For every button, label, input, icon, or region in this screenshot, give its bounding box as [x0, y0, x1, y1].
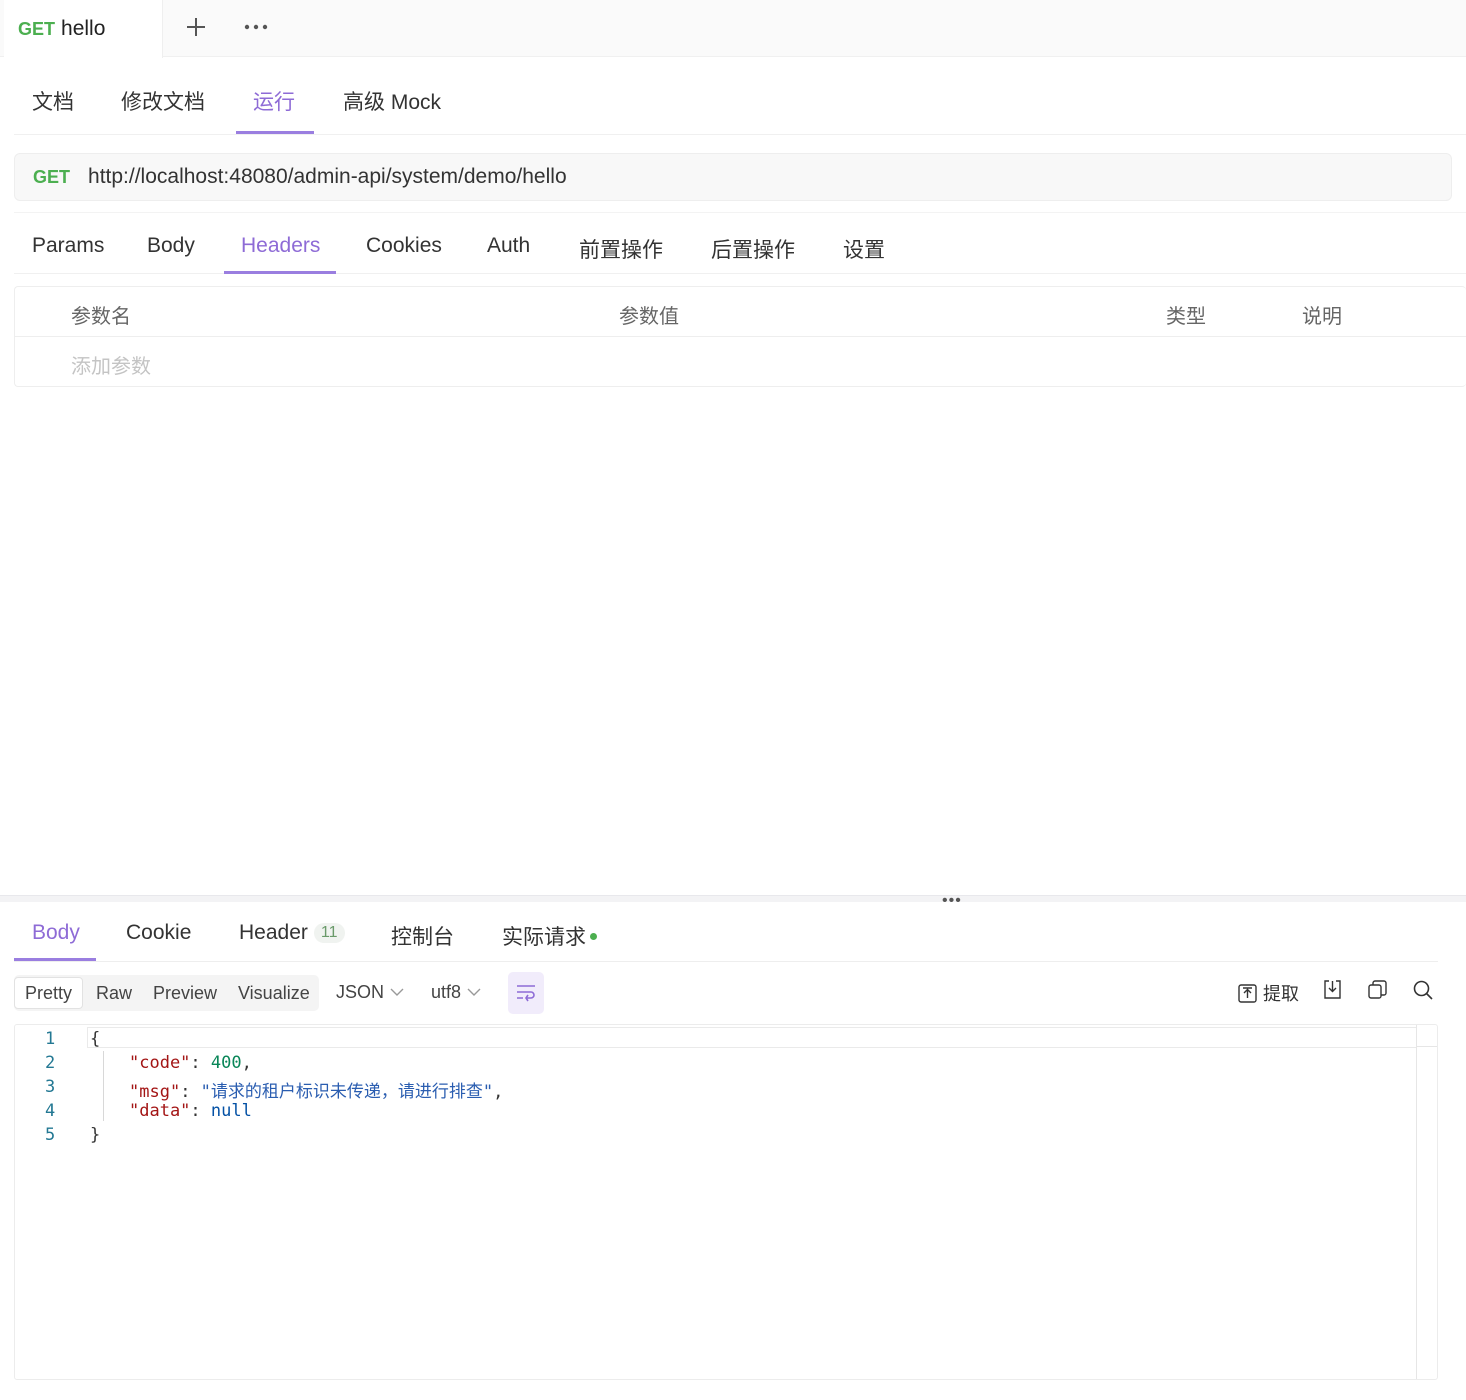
tab-headers[interactable]: Headers	[241, 234, 320, 258]
request-tab-indicator	[224, 271, 336, 274]
view-mode-switch: Pretty Raw Preview Visualize	[14, 975, 319, 1011]
search-icon	[1413, 980, 1433, 1000]
response-tabs: Body Cookie Header 11 控制台 实际请求	[14, 903, 1438, 962]
url-method[interactable]: GET	[33, 167, 70, 188]
tab-response-header-label: Header	[239, 921, 308, 944]
wrap-icon	[517, 985, 535, 1002]
extract-icon	[1238, 983, 1257, 1003]
download-button[interactable]	[1323, 980, 1342, 999]
current-line-highlight	[87, 1027, 1417, 1048]
tab-console[interactable]: 控制台	[391, 921, 454, 951]
editor-scrollbar[interactable]	[1416, 1025, 1417, 1379]
col-type: 类型	[1166, 306, 1206, 328]
tab-response-body[interactable]: Body	[32, 921, 80, 945]
top-tab-bar: GET hello	[0, 0, 1466, 58]
encoding-select[interactable]: utf8	[431, 982, 481, 1003]
tab-actual-request[interactable]: 实际请求	[502, 921, 597, 951]
code-line: "data": null	[129, 1101, 252, 1121]
plus-icon	[187, 18, 205, 36]
request-tabs: Params Body Headers Cookies Auth 前置操作 后置…	[14, 212, 1466, 274]
json-key: "data"	[129, 1101, 191, 1121]
tab-edit-docs[interactable]: 修改文档	[121, 86, 205, 116]
json-key: "code"	[129, 1053, 191, 1073]
response-tab-indicator	[14, 958, 96, 961]
response-body-editor[interactable]: 1 2 3 4 5 { "code": 400, "msg": "请求的租户标识…	[14, 1024, 1438, 1380]
status-dot-icon	[590, 933, 597, 940]
tab-pre-actions[interactable]: 前置操作	[579, 234, 663, 264]
mode-tab-indicator	[236, 131, 314, 134]
format-value: JSON	[336, 982, 385, 1002]
request-tab-name: hello	[61, 17, 106, 40]
tab-cookies[interactable]: Cookies	[366, 234, 442, 258]
json-key: "msg"	[129, 1082, 181, 1102]
line-number: 3	[45, 1077, 56, 1097]
format-select[interactable]: JSON	[336, 982, 404, 1003]
view-visualize[interactable]: Visualize	[238, 979, 310, 1007]
new-tab-button[interactable]	[180, 10, 212, 44]
tab-post-actions[interactable]: 后置操作	[711, 234, 795, 264]
request-tab-hello[interactable]: GET hello	[4, 0, 163, 58]
chevron-down-icon	[467, 988, 481, 996]
line-number: 2	[45, 1053, 56, 1073]
tab-advanced-mock[interactable]: 高级 Mock	[343, 86, 441, 116]
url-bar[interactable]: GET http://localhost:48080/admin-api/sys…	[14, 153, 1452, 201]
word-wrap-button[interactable]	[508, 972, 544, 1014]
col-param-value: 参数值	[619, 306, 679, 328]
line-number: 1	[45, 1029, 56, 1049]
add-param-input[interactable]: 添加参数	[71, 350, 151, 379]
table-header: 参数名 参数值 类型 说明	[15, 287, 1466, 337]
tab-actual-request-label: 实际请求	[502, 926, 586, 949]
tab-response-header[interactable]: Header 11	[239, 921, 345, 945]
line-number: 4	[45, 1101, 56, 1121]
header-count-badge: 11	[313, 923, 345, 943]
copy-icon	[1368, 980, 1387, 999]
view-pretty[interactable]: Pretty	[14, 977, 84, 1009]
json-null: null	[210, 1101, 252, 1121]
view-raw[interactable]: Raw	[96, 979, 132, 1007]
tab-body[interactable]: Body	[147, 234, 195, 258]
download-icon	[1324, 980, 1341, 999]
chevron-down-icon	[390, 988, 404, 996]
code-line: }	[90, 1125, 101, 1145]
code-line: "code": 400,	[129, 1053, 252, 1073]
extract-button[interactable]: 提取	[1238, 980, 1299, 1006]
request-tab-method: GET	[18, 18, 56, 39]
scrollbar-thumb[interactable]	[1416, 1025, 1437, 1047]
more-icon	[244, 24, 268, 30]
col-param-name: 参数名	[71, 306, 131, 328]
code-line: {	[90, 1029, 101, 1049]
json-string: "请求的租户标识未传递，请进行排查"	[200, 1082, 494, 1102]
view-preview[interactable]: Preview	[153, 979, 217, 1007]
headers-table: 参数名 参数值 类型 说明 添加参数	[14, 286, 1466, 387]
tab-auth[interactable]: Auth	[487, 234, 530, 258]
tab-settings[interactable]: 设置	[843, 234, 885, 264]
tab-params[interactable]: Params	[32, 234, 104, 258]
extract-label: 提取	[1263, 984, 1299, 1004]
mode-tabs: 文档 修改文档 运行 高级 Mock	[14, 58, 1466, 135]
encoding-value: utf8	[431, 982, 462, 1002]
search-button[interactable]	[1413, 980, 1433, 1000]
json-number: 400	[210, 1053, 242, 1073]
copy-button[interactable]	[1368, 980, 1387, 999]
indent-guide	[103, 1051, 104, 1121]
panel-splitter[interactable]: •••	[0, 892, 1466, 909]
url-input[interactable]: http://localhost:48080/admin-api/system/…	[88, 165, 567, 189]
tab-docs[interactable]: 文档	[32, 86, 74, 116]
code-line: "msg": "请求的租户标识未传递，请进行排查",	[129, 1082, 504, 1102]
line-number: 5	[45, 1125, 56, 1145]
col-description: 说明	[1302, 306, 1342, 328]
more-tabs-button[interactable]	[240, 10, 272, 44]
tab-run[interactable]: 运行	[253, 86, 295, 116]
tab-response-cookie[interactable]: Cookie	[126, 921, 191, 945]
